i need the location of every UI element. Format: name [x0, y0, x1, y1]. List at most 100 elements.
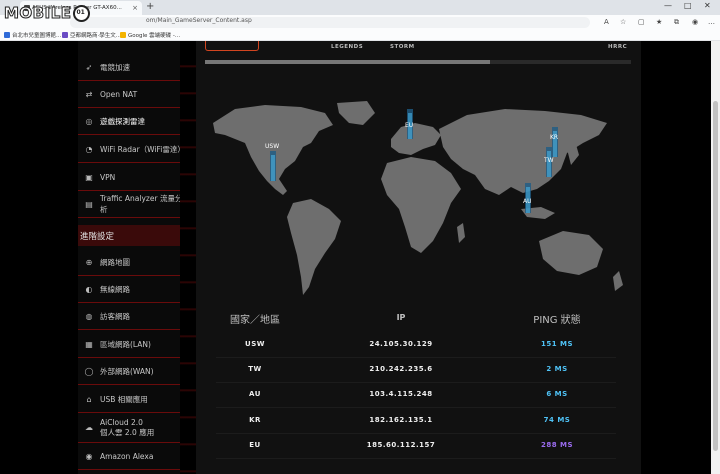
- favorite-star-icon[interactable]: ☆: [620, 18, 626, 26]
- sidebar-item-amazon-alexa[interactable]: ◉ Amazon Alexa: [78, 443, 188, 470]
- continent-north-america: [213, 105, 333, 195]
- collections-icon[interactable]: ⧉: [674, 18, 679, 27]
- wireless-icon: ◐: [85, 284, 93, 294]
- column-header-region: 國家／地區: [230, 315, 280, 326]
- favorites-bar: 台北市兒童圖博館... 亞都網路商·學生文... Google 雲端硬碟 -..…: [0, 29, 720, 41]
- sidebar-item-usb[interactable]: ⌂ USB 相關應用: [78, 386, 188, 413]
- scan-progress-bar: [205, 60, 631, 64]
- marker-label: EU: [405, 122, 413, 129]
- address-bar: om/Main_GameServer_Content.asp A ☆ ▢ ★ ⧉…: [0, 15, 720, 29]
- close-tab-icon[interactable]: ×: [132, 4, 138, 12]
- minimize-icon[interactable]: —: [664, 1, 672, 10]
- continent-europe: [391, 123, 441, 155]
- wan-icon: ◯: [84, 366, 94, 376]
- sidebar-item-vpn[interactable]: ▣ VPN: [78, 164, 188, 191]
- favorite-link[interactable]: Google 雲端硬碟 -...: [120, 31, 180, 39]
- globe-icon: ⊕: [85, 257, 93, 267]
- cloud-icon: ☁: [85, 422, 93, 432]
- sidebar-item-network-map[interactable]: ⊕ 網路地圖: [78, 249, 188, 276]
- profile-icon[interactable]: ◉: [692, 18, 698, 26]
- decorative-divider: [180, 41, 196, 474]
- split-icon[interactable]: ▢: [638, 18, 645, 26]
- mobile01-logo: MOBILE: [4, 4, 90, 23]
- sidebar-item-wan[interactable]: ◯ 外部網路(WAN): [78, 358, 188, 385]
- vpn-icon: ▣: [85, 172, 93, 182]
- bookmark-icon: [120, 32, 126, 38]
- continent-new-zealand: [613, 271, 623, 291]
- read-aloud-icon[interactable]: A: [604, 18, 609, 26]
- url-text: om/Main_GameServer_Content.asp: [146, 17, 252, 24]
- world-map: USW EU KR TW AU: [213, 101, 623, 295]
- logo-text: MOBILE: [4, 4, 72, 23]
- sidebar-item-lan[interactable]: ▦ 區域網路(LAN): [78, 331, 188, 358]
- sidebar-item-open-nat[interactable]: ⇄ Open NAT: [78, 81, 188, 108]
- row-divider: [216, 407, 616, 408]
- column-header-ip: IP: [396, 313, 406, 322]
- nat-icon: ⇄: [85, 89, 93, 99]
- continent-africa: [381, 157, 461, 253]
- sidebar: ➶ 電競加速 ⇄ Open NAT ◎ 遊戲探測雷達 ◔ WiFi Radar（…: [78, 41, 188, 474]
- bookmark-icon: [62, 32, 68, 38]
- tab-hrrc[interactable]: HRRC: [608, 44, 627, 50]
- marker-label: KR: [550, 134, 558, 141]
- logo-badge-icon: [72, 4, 90, 22]
- browser-tab-bar: ASUS Wireless Router GT-AX60... × + — □ …: [0, 0, 720, 15]
- router-page: ➶ 電競加速 ⇄ Open NAT ◎ 遊戲探測雷達 ◔ WiFi Radar（…: [0, 41, 711, 474]
- sidebar-item-aicloud[interactable]: ☁ AiCloud 2.0 個人雲 2.0 應用: [78, 413, 188, 443]
- ping-cell: 6 MS: [546, 390, 568, 398]
- column-header-ping: PING 狀態: [533, 315, 581, 326]
- favorite-link[interactable]: 台北市兒童圖博館...: [4, 31, 61, 39]
- region-cell: EU: [249, 441, 261, 449]
- new-tab-icon[interactable]: +: [146, 1, 154, 12]
- marker-label: USW: [265, 143, 279, 150]
- continent-greenland: [337, 101, 375, 125]
- favorites-icon[interactable]: ★: [656, 18, 662, 26]
- selected-server-tab[interactable]: [205, 41, 259, 51]
- ping-cell: 74 MS: [543, 416, 571, 424]
- row-divider: [216, 357, 616, 358]
- marker-label: AU: [523, 198, 532, 205]
- row-divider: [216, 382, 616, 383]
- row-divider: [216, 458, 616, 459]
- tab-legends[interactable]: LEGENDS: [331, 44, 363, 50]
- sidebar-item-guest-network[interactable]: ◍ 訪客網路: [78, 303, 188, 330]
- ip-cell: 24.105.30.129: [369, 340, 433, 348]
- ip-cell: 182.162.135.1: [369, 416, 433, 424]
- sidebar-item-wireless[interactable]: ◐ 無線網路: [78, 276, 188, 303]
- page-scrollbar[interactable]: [711, 41, 720, 474]
- wifi-icon: ◔: [85, 144, 93, 154]
- close-window-icon[interactable]: ✕: [704, 1, 711, 10]
- region-cell: TW: [248, 365, 262, 373]
- lan-icon: ▦: [85, 339, 93, 349]
- continent-australia: [539, 231, 603, 275]
- ping-cell: 151 MS: [540, 340, 574, 348]
- guest-icon: ◍: [85, 311, 93, 321]
- maximize-icon[interactable]: □: [684, 1, 692, 10]
- region-cell: USW: [245, 340, 265, 348]
- more-icon[interactable]: …: [708, 18, 715, 26]
- alexa-icon: ◉: [85, 451, 93, 461]
- marker-label: TW: [543, 157, 554, 164]
- tab-storm[interactable]: STORM: [390, 44, 415, 50]
- usb-icon: ⌂: [86, 394, 92, 404]
- ip-cell: 185.60.112.157: [366, 441, 436, 449]
- scan-progress-fill: [205, 60, 491, 64]
- sidebar-item-game-radar[interactable]: ◎ 遊戲探測雷達: [78, 108, 188, 135]
- game-radar-content: LEGENDS STORM HRRC USW EU KR TW AU 國家／地區…: [196, 41, 641, 474]
- continent-south-america: [287, 199, 341, 295]
- ping-cell: 2 MS: [546, 365, 568, 373]
- section-advanced-settings: 進階設定: [78, 225, 188, 246]
- continent-asia: [439, 109, 607, 195]
- ping-cell: 288 MS: [540, 441, 574, 449]
- row-divider: [216, 433, 616, 434]
- rocket-icon: ➶: [85, 62, 93, 72]
- bookmark-icon: [4, 32, 10, 38]
- sidebar-item-wifi-radar[interactable]: ◔ WiFi Radar（WiFi雷達）: [78, 136, 188, 163]
- ip-cell: 210.242.235.6: [369, 365, 433, 373]
- continent-madagascar: [457, 223, 465, 243]
- sidebar-item-game-boost[interactable]: ➶ 電競加速: [78, 54, 188, 81]
- sidebar-item-traffic-analyzer[interactable]: ▤ Traffic Analyzer 流量分析: [78, 191, 188, 218]
- chart-icon: ▤: [85, 199, 93, 209]
- scrollbar-thumb[interactable]: [713, 101, 718, 451]
- favorite-link[interactable]: 亞都網路商·學生文...: [62, 31, 121, 39]
